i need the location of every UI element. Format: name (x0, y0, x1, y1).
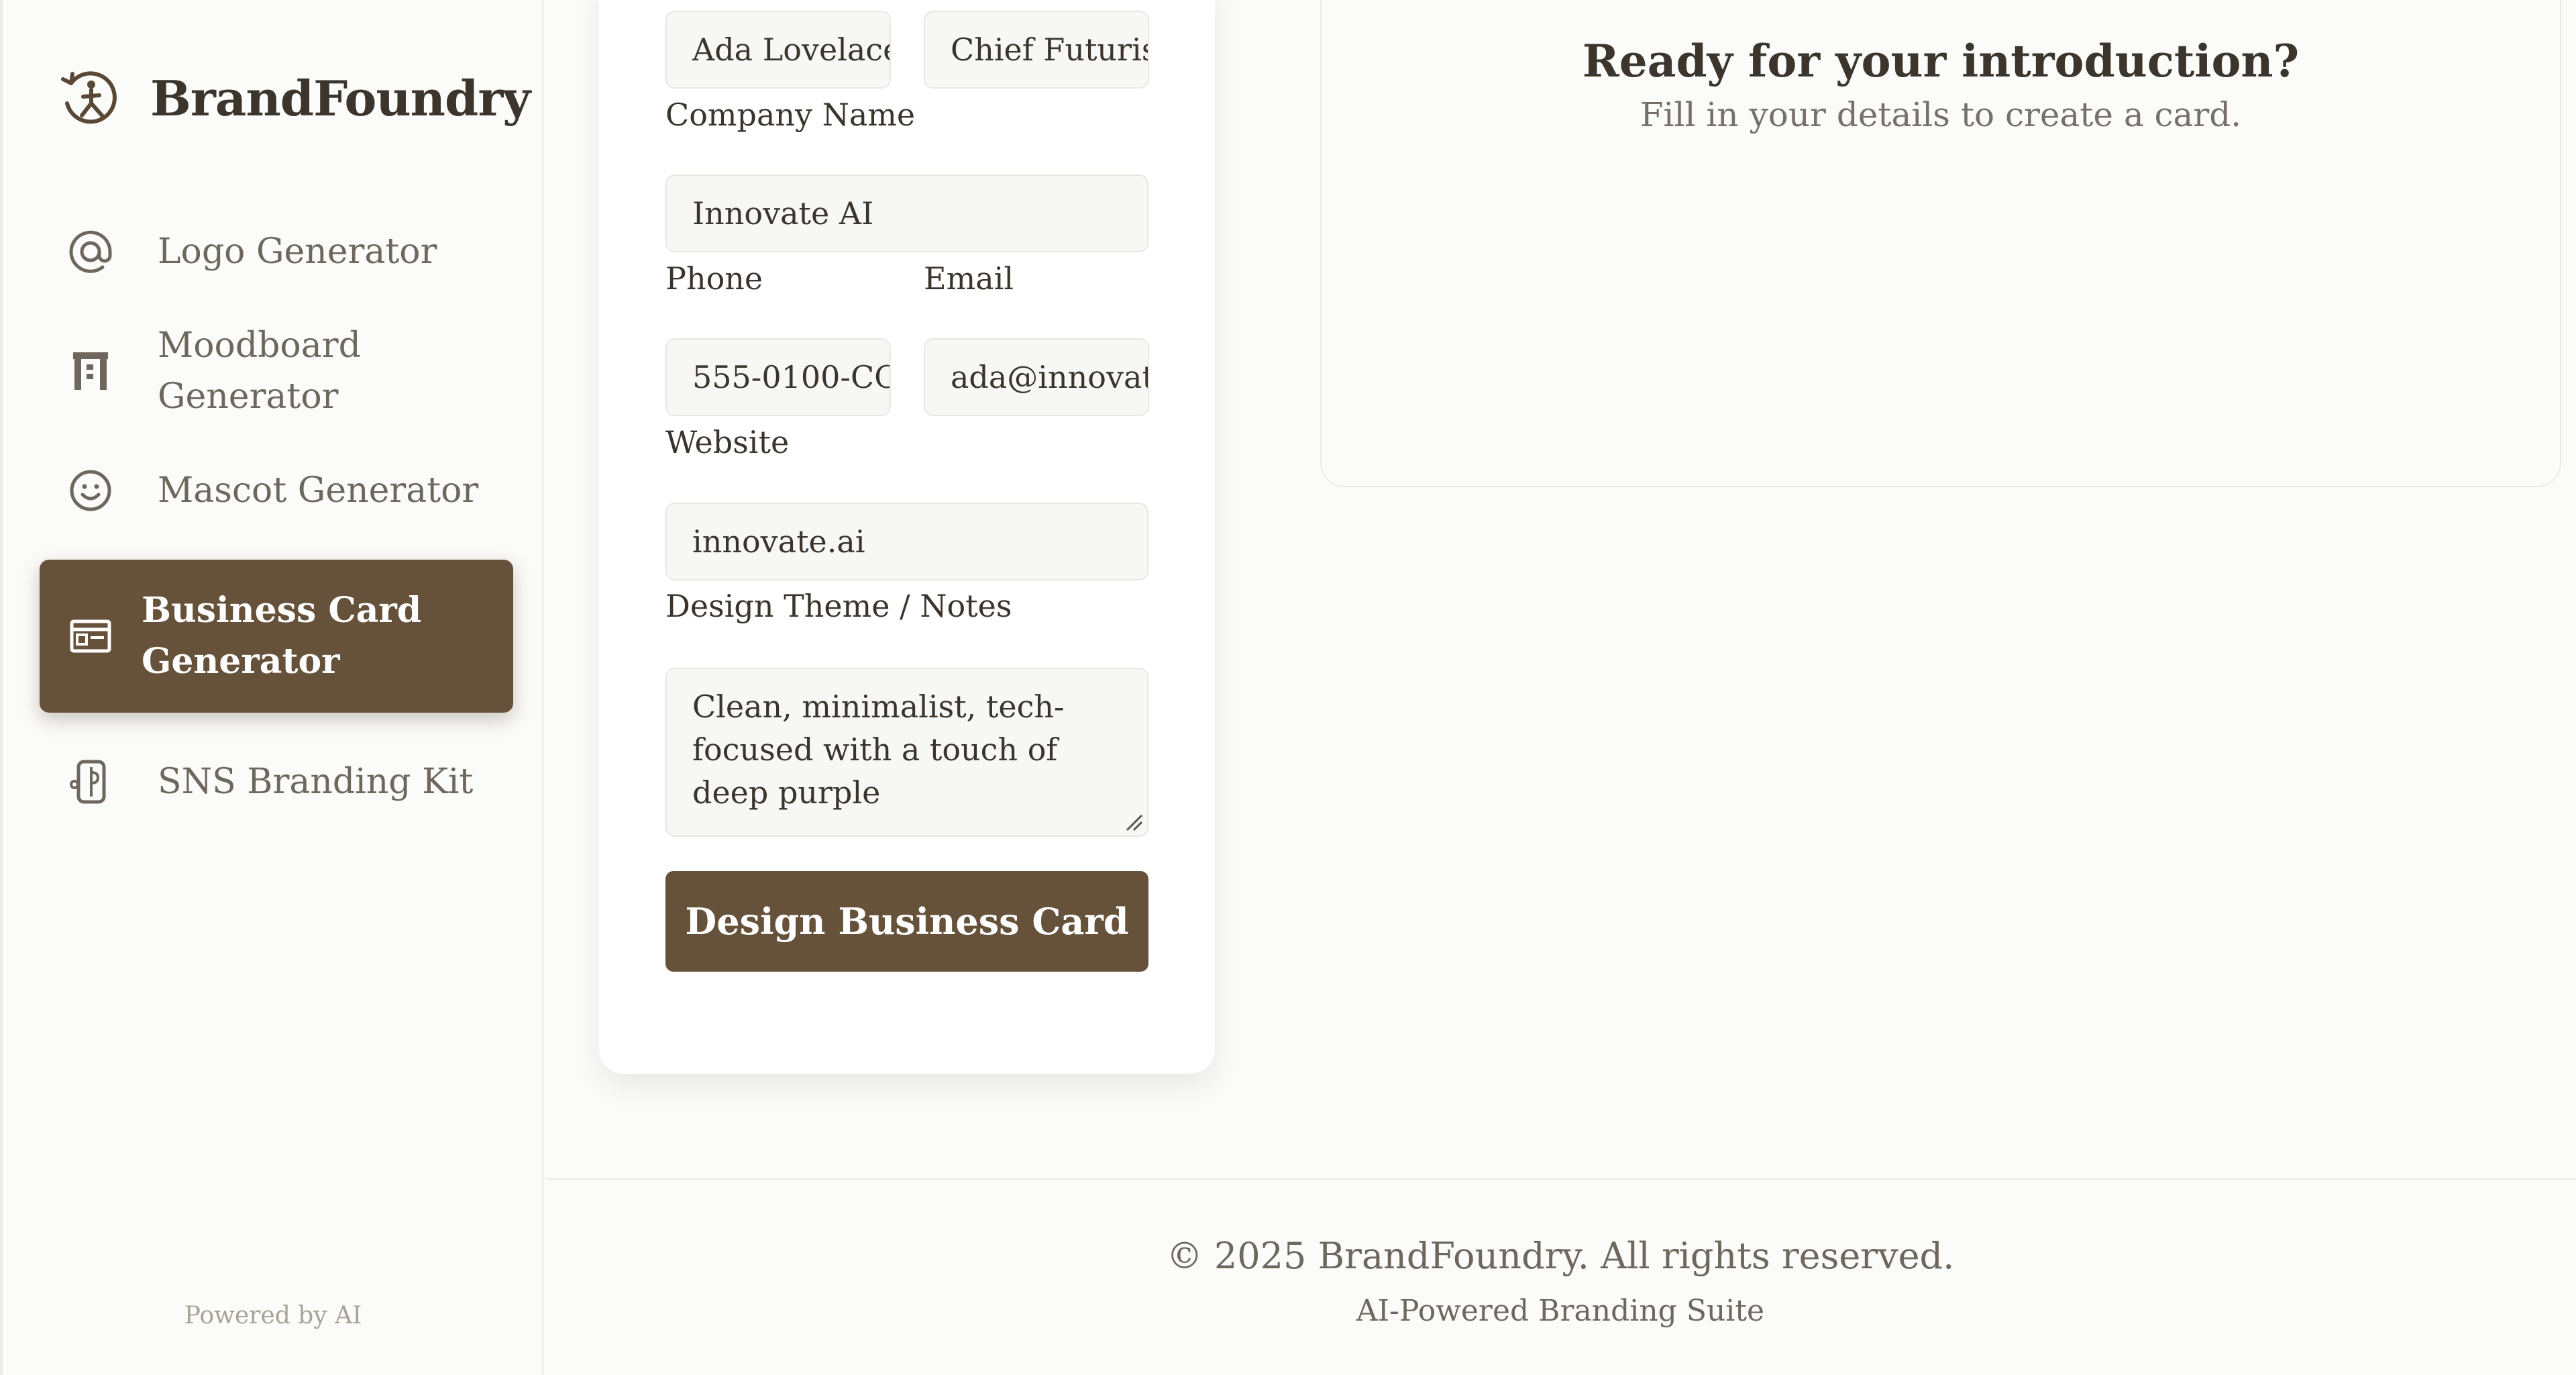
phone-input[interactable]: 555-0100-CODE (665, 338, 891, 416)
design-theme-textarea[interactable]: Clean, minimalist, tech-focused with a t… (665, 668, 1148, 837)
app-root: BrandFoundry Logo Generator Moodboard Ge… (0, 0, 2576, 1375)
design-theme-value: Clean, minimalist, tech-focused with a t… (692, 689, 1065, 811)
clock-person-icon (56, 64, 123, 132)
company-name-input[interactable]: Innovate AI (665, 174, 1148, 252)
footer-tagline: AI-Powered Branding Suite (1356, 1294, 1765, 1328)
email-input[interactable]: ada@innovate.ai (924, 338, 1149, 416)
sidebar-item-sns-branding-kit[interactable]: SNS Branding Kit (40, 731, 513, 832)
sidebar-item-mascot-generator[interactable]: Mascot Generator (40, 440, 513, 541)
preview-title: Ready for your introduction? (1582, 35, 2300, 87)
sidebar-item-label: SNS Branding Kit (158, 762, 474, 802)
job-title-input[interactable]: Chief Futurist (924, 11, 1149, 89)
sidebar-item-logo-generator[interactable]: Logo Generator (40, 201, 513, 302)
brand-name: BrandFoundry (150, 69, 531, 127)
design-theme-label: Design Theme / Notes (665, 588, 1012, 624)
sidebar-item-label: Business Card Generator (142, 590, 422, 682)
board-icon (66, 347, 115, 395)
sidebar-nav: Logo Generator Moodboard Generator Masco… (40, 201, 513, 851)
footer-copyright: © 2025 BrandFoundry. All rights reserved… (1166, 1235, 1955, 1277)
email-label: Email (924, 260, 1014, 297)
phone-label: Phone (665, 260, 763, 297)
sidebar-item-moodboard-generator[interactable]: Moodboard Generator (40, 321, 513, 421)
sidebar-item-label: Mascot Generator (158, 470, 479, 511)
name-input[interactable]: Ada Lovelace (665, 11, 891, 89)
brand[interactable]: BrandFoundry (56, 64, 531, 132)
powered-by-text: Powered by AI (184, 1302, 362, 1329)
at-sign-icon (66, 227, 115, 276)
website-input[interactable]: innovate.ai (665, 503, 1148, 580)
sidebar-item-label: Moodboard Generator (158, 325, 361, 417)
smiley-icon (66, 466, 115, 515)
sidebar: BrandFoundry Logo Generator Moodboard Ge… (0, 0, 543, 1375)
page-footer: © 2025 BrandFoundry. All rights reserved… (545, 1178, 2576, 1375)
design-business-card-button[interactable]: Design Business Card (665, 871, 1148, 972)
business-card-form: Ada Lovelace Chief Futurist Company Name… (599, 0, 1215, 1074)
card-icon (66, 612, 115, 660)
company-name-label: Company Name (665, 97, 916, 133)
phone-icon (66, 758, 115, 806)
sidebar-item-business-card-generator[interactable]: Business Card Generator (40, 560, 513, 713)
resize-handle-icon[interactable] (1123, 811, 1143, 831)
website-label: Website (665, 424, 790, 460)
preview-subtitle: Fill in your details to create a card. (1640, 95, 2242, 134)
sidebar-item-label: Logo Generator (158, 232, 437, 272)
card-preview-panel: Ready for your introduction? Fill in you… (1320, 0, 2561, 487)
